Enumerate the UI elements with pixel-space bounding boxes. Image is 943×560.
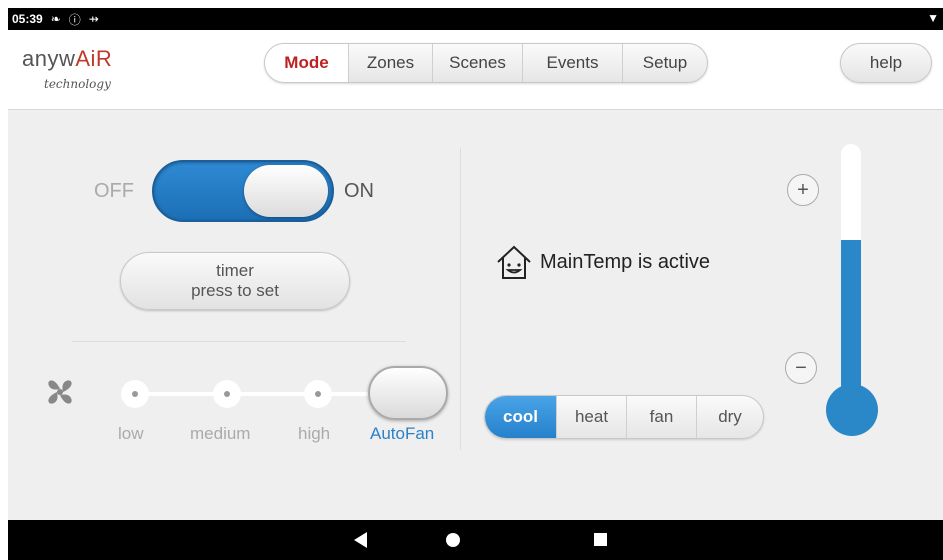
app-logo: anywAiR technology xyxy=(22,46,112,91)
thermostat-level xyxy=(841,240,861,404)
power-toggle[interactable] xyxy=(152,160,334,222)
power-on-label: ON xyxy=(344,180,374,202)
decrease-temp-button[interactable]: − xyxy=(785,352,817,384)
timer-button[interactable]: timer press to set xyxy=(120,252,350,310)
section-divider xyxy=(72,341,406,342)
tab-mode[interactable]: Mode xyxy=(265,44,349,82)
mode-fan-button[interactable]: fan xyxy=(627,396,697,438)
info-icon: ⓘ xyxy=(68,12,81,27)
fan-speed-medium-stop[interactable] xyxy=(213,380,241,408)
mode-panel: OFF ON timer press to set low medium hig… xyxy=(8,110,943,520)
fan-speed-label-low: low xyxy=(118,424,144,443)
logo-wordmark-main: anyw xyxy=(22,46,76,71)
mode-cool-button[interactable]: cool xyxy=(485,396,557,438)
timer-button-title: timer xyxy=(216,261,254,280)
status-time: 05:39 xyxy=(12,12,43,26)
help-button[interactable]: help xyxy=(840,43,932,83)
timer-button-subtitle: press to set xyxy=(191,281,279,300)
logo-wordmark-accent: AiR xyxy=(75,46,113,71)
tab-scenes[interactable]: Scenes xyxy=(433,44,523,82)
home-icon[interactable] xyxy=(446,533,460,547)
tab-zones[interactable]: Zones xyxy=(349,44,433,82)
logo-wordmark: anywAiR xyxy=(22,46,112,71)
power-toggle-knob[interactable] xyxy=(244,165,328,217)
tab-events[interactable]: Events xyxy=(523,44,623,82)
house-smiley-icon xyxy=(497,245,531,279)
usb-icon: ⇸ xyxy=(88,12,99,26)
power-off-label: OFF xyxy=(94,180,134,202)
panel-divider xyxy=(460,148,461,450)
mode-dry-button[interactable]: dry xyxy=(697,396,763,438)
status-bar-strip: 05:39 ❧ ⓘ ⇸ ▼ xyxy=(8,8,943,30)
system-nav-bar xyxy=(8,520,943,560)
status-bar: 05:39 ❧ ⓘ ⇸ ▼ xyxy=(0,0,943,30)
thermostat-tube[interactable] xyxy=(841,144,861,404)
zone-status: MainTemp is active xyxy=(494,242,710,282)
recent-apps-icon[interactable] xyxy=(594,533,607,546)
fan-speed-high-stop[interactable] xyxy=(304,380,332,408)
wifi-icon: ▼ xyxy=(927,11,939,25)
app-header: anywAiR technology Mode Zones Scenes Eve… xyxy=(8,30,943,110)
thermostat-bulb xyxy=(826,384,878,436)
back-icon[interactable] xyxy=(354,532,367,548)
status-icons: ❧ ⓘ ⇸ xyxy=(51,11,99,28)
logo-tagline: technology xyxy=(44,77,111,91)
fan-icon xyxy=(48,380,72,404)
notification-icon: ❧ xyxy=(50,12,61,26)
mode-selector: cool heat fan dry xyxy=(484,395,764,439)
fan-speed-label-autofan: AutoFan xyxy=(370,424,435,443)
tab-setup[interactable]: Setup xyxy=(623,44,707,82)
main-nav-tabs: Mode Zones Scenes Events Setup xyxy=(264,43,708,83)
zone-status-text: MainTemp is active xyxy=(540,250,711,273)
fan-speed-label-medium: medium xyxy=(190,424,251,443)
fan-speed-low-stop[interactable] xyxy=(121,380,149,408)
fan-speed-label-high: high xyxy=(298,424,331,443)
fan-speed-knob[interactable] xyxy=(368,366,448,420)
mode-heat-button[interactable]: heat xyxy=(557,396,627,438)
increase-temp-button[interactable]: + xyxy=(787,174,819,206)
